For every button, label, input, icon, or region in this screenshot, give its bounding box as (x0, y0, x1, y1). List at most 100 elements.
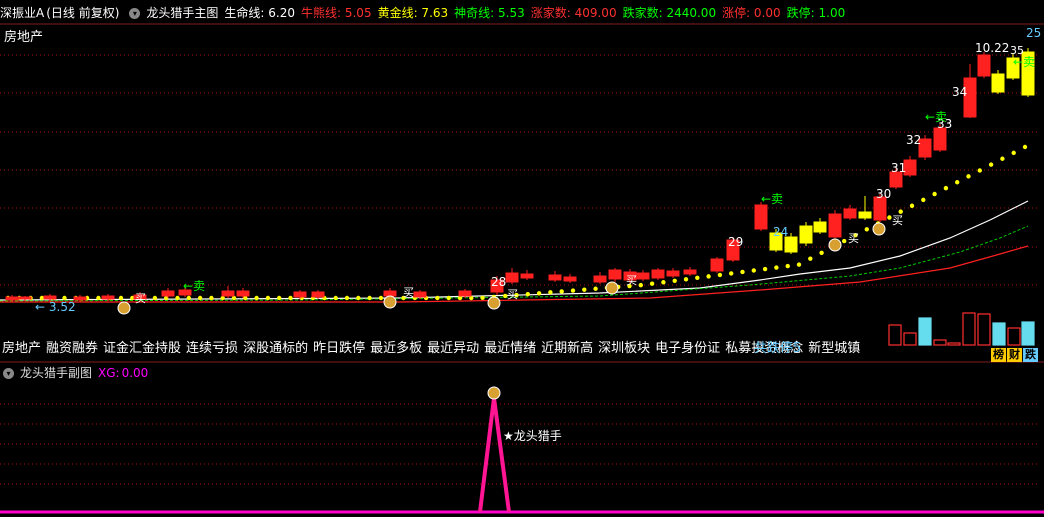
candle-body (933, 127, 947, 151)
candle-body (799, 225, 813, 244)
golden-line-dot (593, 286, 598, 291)
golden-line-dot (695, 275, 700, 281)
golden-line-dot (265, 295, 271, 301)
money-bag-icon (383, 295, 397, 309)
golden-line-dot (480, 295, 485, 300)
buy-signal-label: 买 (892, 214, 903, 227)
concept-tag-11[interactable]: 电子身份证 (655, 341, 720, 356)
day-count-label: 28 (491, 275, 506, 289)
money-bag-icon (605, 281, 619, 295)
sub-title[interactable]: 龙头猎手副图 (20, 366, 92, 380)
candle-body (18, 296, 32, 300)
volume-bar (918, 317, 932, 346)
candle-body (608, 269, 622, 280)
low-value-label: ← 3.52 (35, 300, 76, 314)
concept-tag-10[interactable]: 深圳板块 (598, 341, 650, 356)
golden-line-dot (638, 282, 643, 288)
concept-tag-3[interactable]: 连续亏损 (186, 341, 238, 356)
candle-body (991, 73, 1005, 93)
xg-label: XG: (98, 366, 120, 380)
concept-tag-4[interactable]: 深股通标的 (243, 341, 308, 356)
concept-tag-7[interactable]: 最近异动 (427, 341, 479, 356)
limit-down-button[interactable]: 跌 (1023, 348, 1038, 362)
candle-body (505, 272, 519, 283)
candle-body (236, 290, 250, 297)
golden-line-dot (288, 295, 293, 301)
candle-body (73, 296, 87, 301)
golden-line-dot (751, 268, 756, 273)
candle-body (311, 291, 325, 298)
xg-value: 0.00 (121, 366, 149, 380)
candle-body (710, 258, 724, 272)
golden-line-dot (796, 262, 802, 267)
concept-tag-2[interactable]: 证金汇金持股 (103, 341, 181, 356)
candle-body (977, 54, 991, 77)
golden-line-dot (740, 269, 745, 275)
golden-line-dot (548, 290, 553, 295)
concept-tag-8[interactable]: 最近情绪 (484, 341, 536, 356)
golden-line-dot (277, 295, 282, 301)
xg-signal-spike (478, 397, 511, 513)
candle-body (683, 269, 697, 275)
golden-line-dot (152, 295, 158, 301)
golden-line-dot (966, 174, 971, 179)
finance-button[interactable]: 财 (1007, 348, 1022, 362)
candle-body (548, 274, 562, 281)
high-value-label: 25 (1026, 26, 1041, 40)
volume-bar (1021, 321, 1035, 346)
candle-body (383, 290, 397, 297)
buy-signal-label: 买 (135, 292, 146, 305)
golden-line-dot (118, 295, 124, 301)
day-count-label: 32 (906, 133, 921, 147)
volume-bar (992, 322, 1006, 346)
limit-down-count: 共跌停5 (754, 341, 802, 356)
sub-menu-icon[interactable]: ▾ (3, 368, 14, 379)
price-chart[interactable]: 2510.22 35← 3.522829243031323334←卖←卖←卖←卖买… (0, 0, 1044, 517)
sell-signal-label: ←卖 (761, 192, 783, 206)
volume-bar (1007, 327, 1021, 346)
candle-body (636, 272, 650, 280)
day-count-label: 34 (952, 85, 967, 99)
buy-signal-label: 买 (626, 274, 637, 287)
sell-signal-label: ←卖 (1013, 55, 1035, 69)
candle-body (43, 295, 57, 300)
golden-line-dot (435, 295, 440, 301)
concept-tag-9[interactable]: 近期新高 (541, 341, 593, 356)
candle-body (651, 269, 665, 279)
sub-chart-header: ▾ 龙头猎手副图 XG: 0.00 (0, 364, 154, 382)
concept-tag-13[interactable]: 新型城镇 (808, 341, 860, 356)
golden-line-dot (729, 271, 734, 276)
golden-line-dot (988, 162, 994, 167)
money-bag-icon (487, 296, 501, 310)
candle-body (754, 204, 768, 230)
concept-tag-5[interactable]: 昨日跌停 (313, 341, 365, 356)
candle-body (293, 291, 307, 298)
money-bag-icon (872, 222, 886, 236)
golden-line-dot (683, 277, 689, 282)
candle-body (843, 208, 857, 219)
rank-button[interactable]: 榜 (991, 348, 1006, 362)
money-bag-icon (117, 301, 131, 315)
golden-line-dot (909, 203, 915, 208)
peak-value-label: 10.22 (975, 41, 1009, 55)
candle-body (784, 236, 798, 253)
volume-bar (947, 342, 961, 346)
concept-tag-6[interactable]: 最近多板 (370, 341, 422, 356)
day-count-label: 24 (773, 225, 788, 239)
golden-line-dot (1022, 144, 1028, 150)
candle-body (520, 273, 534, 279)
golden-line-dot (570, 288, 576, 293)
golden-line-dot (446, 295, 451, 301)
concept-tag-0[interactable]: 房地产 (2, 341, 41, 356)
golden-line-dot (887, 215, 892, 220)
candle-body (413, 291, 427, 298)
concept-tag-1[interactable]: 融资融券 (46, 341, 98, 356)
golden-line-dot (175, 295, 180, 301)
signal-label: ★龙头猎手 (503, 429, 562, 443)
candle-body (858, 211, 872, 219)
candle-body (813, 221, 827, 233)
golden-line-dot (762, 266, 768, 272)
golden-line-dot (717, 272, 723, 278)
golden-line-dot (932, 191, 937, 197)
golden-line-dot (1011, 150, 1016, 156)
